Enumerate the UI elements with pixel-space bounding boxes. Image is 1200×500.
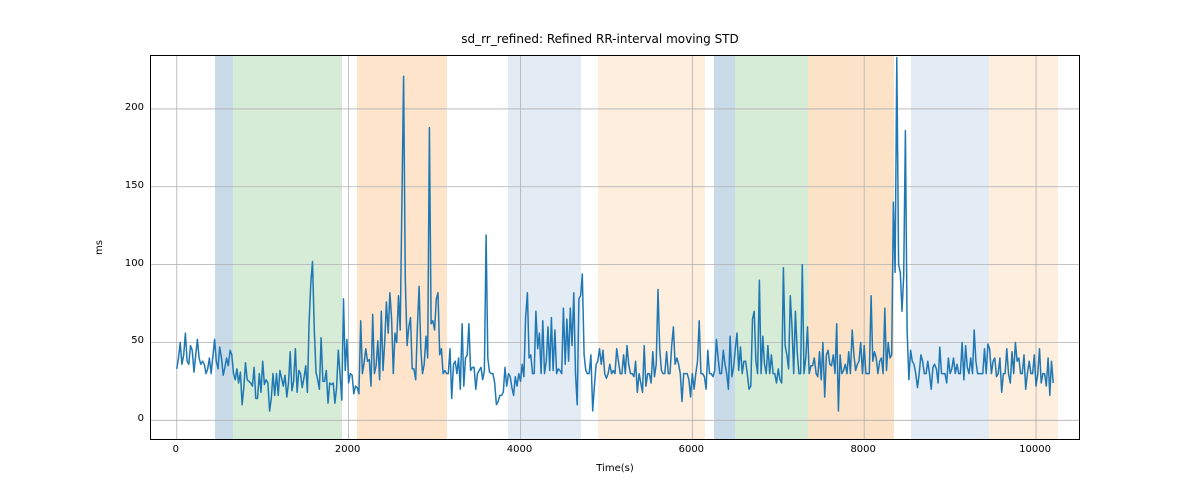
y-tick: 150 <box>125 180 144 191</box>
x-tick: 2000 <box>328 444 368 455</box>
y-tick: 200 <box>125 102 144 113</box>
x-tick: 8000 <box>843 444 883 455</box>
x-axis-label: Time(s) <box>150 463 1080 474</box>
y-tick: 50 <box>131 335 144 346</box>
chart-title: sd_rr_refined: Refined RR-interval movin… <box>0 32 1200 46</box>
plot-svg <box>151 56 1079 439</box>
x-tick: 6000 <box>671 444 711 455</box>
y-tick: 100 <box>125 258 144 269</box>
y-axis-label: ms <box>94 55 108 440</box>
x-tick: 4000 <box>499 444 539 455</box>
x-tick: 10000 <box>1015 444 1055 455</box>
series-line <box>177 58 1053 411</box>
grid-lines <box>151 56 1079 439</box>
chart-axes <box>150 55 1080 440</box>
y-tick: 0 <box>138 413 144 424</box>
figure: sd_rr_refined: Refined RR-interval movin… <box>0 0 1200 500</box>
x-tick: 0 <box>156 444 196 455</box>
